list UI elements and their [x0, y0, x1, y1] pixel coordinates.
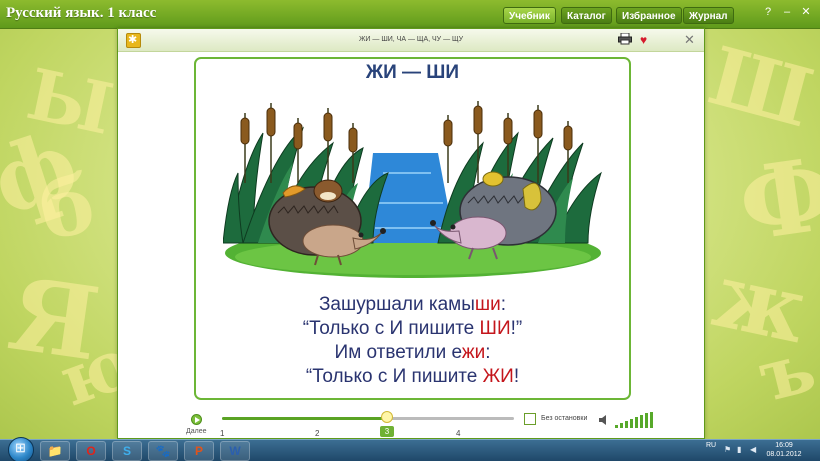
- poem-text-part: Зашуршали камы: [318, 294, 475, 315]
- tray-flag-icon[interactable]: ⚑: [724, 445, 731, 454]
- lesson-window-header: ЖИ — ШИ, ЧА — ЩА, ЧУ — ЩУ ♥ ✕: [118, 29, 704, 52]
- page-tick[interactable]: 4: [456, 429, 460, 438]
- page-slider-thumb[interactable]: [381, 411, 393, 423]
- highlighted-syllable: ши: [474, 294, 501, 315]
- opera-icon[interactable]: O: [76, 441, 106, 461]
- clock-date: 08.01.2012: [766, 451, 802, 458]
- poem-line: Им ответили ежи:: [196, 341, 629, 365]
- volume-bar: [630, 419, 633, 428]
- lesson-page: ЖИ — ШИ Зашуршали камыши: “Только с И пи…: [194, 57, 631, 400]
- bg-letter-decoration: б: [32, 156, 102, 258]
- close-app-button[interactable]: ✕: [799, 5, 813, 19]
- app-title: Русский язык. 1 класс: [6, 5, 157, 21]
- bg-letter-decoration: Ш: [699, 28, 820, 146]
- tab-favorites[interactable]: Избранное: [616, 7, 682, 24]
- page-tick[interactable]: 1: [220, 429, 224, 438]
- page-tick[interactable]: 2: [315, 429, 319, 438]
- tab-textbook[interactable]: Учебник: [503, 7, 556, 24]
- no-stop-checkbox[interactable]: [524, 413, 536, 425]
- next-label: Далее: [186, 428, 207, 435]
- current-page-badge: 3: [380, 426, 394, 437]
- poem-text-part: Им ответили е: [334, 342, 462, 363]
- poem-text-part: “Только с И пишите: [305, 366, 483, 387]
- windows-taskbar: 📁 O S 🐾 P W RU ⚑ ▮ ◀ 16:09 08.01.2012: [0, 437, 820, 461]
- bg-letter-decoration: Ф: [732, 133, 820, 265]
- poem-line: “Только с И пишите ШИ!”: [196, 317, 629, 341]
- hedgehogs-reeds-illustration: [222, 93, 603, 288]
- volume-bar: [615, 425, 618, 428]
- language-indicator[interactable]: RU: [706, 442, 716, 449]
- help-button[interactable]: ?: [761, 5, 775, 19]
- tray-volume-icon[interactable]: ◀: [750, 445, 756, 454]
- play-icon[interactable]: [191, 414, 202, 425]
- presentation-icon[interactable]: P: [184, 441, 214, 461]
- lesson-player: Далее 1 2 3 4 Без остановки: [184, 406, 684, 440]
- start-button[interactable]: [8, 437, 34, 461]
- heart-icon[interactable]: ♥: [640, 33, 647, 47]
- volume-bar: [650, 412, 653, 428]
- poem-text-part: !”: [510, 318, 523, 339]
- page-slider-track[interactable]: [222, 417, 514, 420]
- clock[interactable]: 16:09 08.01.2012: [764, 441, 804, 459]
- word-icon[interactable]: W: [220, 441, 250, 461]
- highlighted-syllable: ЖИ: [482, 366, 514, 387]
- volume-bar: [620, 423, 623, 428]
- highlighted-syllable: жи: [461, 342, 486, 363]
- page-slider-fill: [222, 417, 383, 420]
- poem-text: Зашуршали камыши: “Только с И пишите ШИ!…: [196, 293, 629, 389]
- tray-network-icon[interactable]: ▮: [737, 445, 741, 454]
- volume-bar: [640, 415, 643, 428]
- poem-text-part: !: [513, 366, 520, 387]
- poem-line: Зашуршали камыши:: [196, 293, 629, 317]
- skype-icon[interactable]: S: [112, 441, 142, 461]
- app-titlebar: Русский язык. 1 класс Учебник Каталог Из…: [0, 0, 820, 29]
- minimize-button[interactable]: –: [780, 5, 794, 19]
- volume-bar: [625, 421, 628, 428]
- no-stop-label: Без остановки: [541, 415, 588, 422]
- app-icon[interactable]: 🐾: [148, 441, 178, 461]
- poem-line: “Только с И пишите ЖИ!: [196, 365, 629, 389]
- clock-time: 16:09: [775, 442, 793, 449]
- volume-bar: [645, 413, 648, 428]
- page-heading: ЖИ — ШИ: [365, 62, 460, 83]
- speaker-icon[interactable]: [599, 413, 609, 425]
- printer-icon[interactable]: [618, 32, 632, 48]
- poem-text-part: :: [485, 342, 491, 363]
- poem-text-part: :: [500, 294, 507, 315]
- tab-catalog[interactable]: Каталог: [561, 7, 612, 24]
- lesson-window: ЖИ — ШИ, ЧА — ЩА, ЧУ — ЩУ ♥ ✕ ЖИ — ШИ: [117, 28, 705, 439]
- poem-text-part: “Только с И пишите: [302, 318, 480, 339]
- volume-bar: [635, 417, 638, 428]
- lesson-title: ЖИ — ШИ, ЧА — ЩА, ЧУ — ЩУ: [358, 36, 464, 43]
- highlighted-syllable: ШИ: [479, 318, 511, 339]
- bg-letter-decoration: ъ: [750, 324, 820, 419]
- tab-journal[interactable]: Журнал: [683, 7, 734, 24]
- bg-letter-decoration: Ы: [20, 52, 120, 151]
- close-lesson-button[interactable]: ✕: [684, 32, 695, 48]
- folder-icon[interactable]: 📁: [40, 441, 70, 461]
